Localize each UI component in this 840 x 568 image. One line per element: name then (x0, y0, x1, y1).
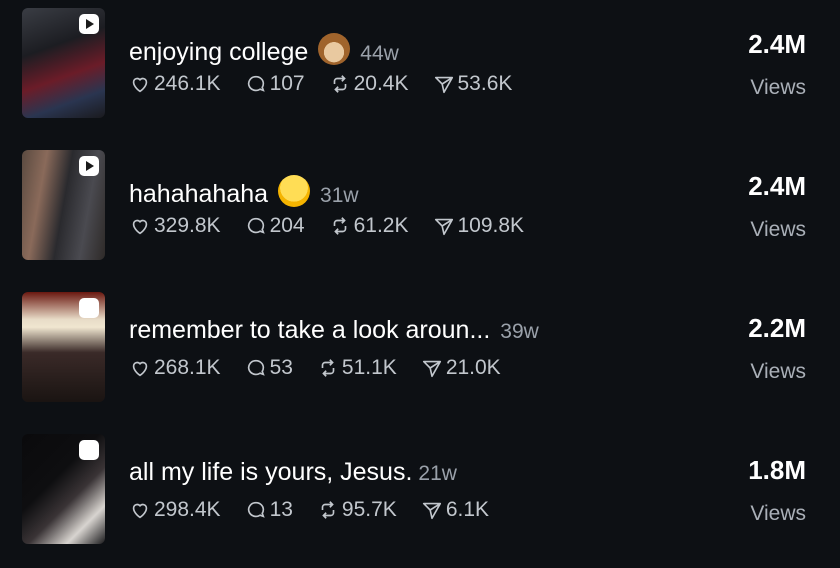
repost-icon (333, 217, 346, 235)
likes-count: 329.8K (154, 214, 221, 237)
reposts-count: 20.4K (353, 72, 409, 95)
repost-icon (321, 359, 335, 377)
heart-icon (132, 77, 148, 93)
likes-count: 268.1K (154, 356, 221, 379)
views-label: Views (750, 76, 806, 99)
share-arrow-icon (434, 218, 453, 236)
shares-stat: 21.0K (421, 356, 501, 380)
post-thumbnail[interactable] (22, 8, 105, 118)
reposts-stat: 61.2K (329, 214, 409, 238)
views-label: Views (750, 218, 806, 241)
shares-count: 21.0K (445, 356, 501, 379)
views-label: Views (750, 360, 806, 383)
views-count: 2.2M (748, 313, 806, 343)
post-thumbnail[interactable] (22, 434, 105, 544)
post-row[interactable]: remember to take a look aroun... 39w 268… (0, 284, 840, 426)
post-thumbnail[interactable] (22, 150, 105, 260)
post-title: hahahahaha (129, 180, 269, 208)
shares-stat: 109.8K (433, 214, 525, 238)
views-count: 2.4M (748, 29, 806, 59)
comment-bubble-icon (247, 359, 265, 376)
share-arrow-icon (422, 502, 441, 520)
share-arrow-icon (434, 76, 453, 94)
post-row[interactable]: all my life is yours, Jesus. 21w 298.4K … (0, 426, 840, 568)
reposts-count: 95.7K (341, 498, 397, 521)
reposts-count: 51.1K (341, 356, 397, 379)
post-title: remember to take a look aroun... (129, 316, 491, 344)
post-row[interactable]: enjoying college 44w 246.1K 107 20.4K 53… (0, 0, 840, 142)
repost-icon (333, 75, 346, 93)
likes-stat: 268.1K (129, 356, 221, 380)
heart-icon (132, 219, 148, 235)
heart-icon (132, 503, 148, 519)
comment-bubble-icon (247, 75, 265, 92)
shares-stat: 53.6K (433, 72, 513, 96)
comments-stat: 13 (245, 498, 293, 522)
post-row[interactable]: hahahahaha 31w 329.8K 204 61.2K 109.8K 2… (0, 142, 840, 284)
comments-count: 107 (269, 72, 305, 95)
post-thumbnail[interactable] (22, 292, 105, 402)
likes-count: 298.4K (154, 498, 221, 521)
post-title: all my life is yours, Jesus. (129, 458, 413, 486)
likes-stat: 298.4K (129, 498, 221, 522)
views-count: 2.4M (748, 171, 806, 201)
see-no-evil-monkey-emoji (318, 33, 351, 65)
share-arrow-icon (422, 360, 441, 378)
comments-stat: 53 (245, 356, 293, 380)
repost-icon (321, 501, 335, 519)
post-age: 44w (360, 42, 399, 65)
likes-stat: 246.1K (129, 72, 221, 96)
comments-count: 13 (269, 498, 293, 521)
views-count: 1.8M (748, 455, 806, 485)
post-age: 21w (418, 462, 457, 485)
reposts-count: 61.2K (353, 214, 409, 237)
post-age: 31w (320, 184, 359, 207)
views-label: Views (750, 502, 806, 525)
comments-stat: 107 (245, 72, 305, 96)
reposts-stat: 51.1K (317, 356, 397, 380)
post-age: 39w (500, 320, 539, 343)
likes-stat: 329.8K (129, 214, 221, 238)
comment-bubble-icon (247, 501, 265, 518)
reposts-stat: 20.4K (329, 72, 409, 96)
comment-bubble-icon (247, 217, 265, 234)
comments-count: 204 (269, 214, 305, 237)
video-badge-icon (79, 440, 99, 460)
shares-stat: 6.1K (421, 498, 489, 522)
shares-count: 109.8K (457, 214, 525, 237)
shares-count: 53.6K (457, 72, 513, 95)
heart-icon (132, 361, 148, 377)
video-badge-icon (79, 156, 99, 176)
reposts-stat: 95.7K (317, 498, 397, 522)
comments-count: 53 (269, 356, 293, 379)
comments-stat: 204 (245, 214, 305, 238)
post-title: enjoying college (129, 38, 309, 66)
tongue-out-face-emoji (278, 175, 311, 207)
video-badge-icon (79, 298, 99, 318)
likes-count: 246.1K (154, 72, 221, 95)
shares-count: 6.1K (445, 498, 490, 521)
video-badge-icon (79, 14, 99, 34)
